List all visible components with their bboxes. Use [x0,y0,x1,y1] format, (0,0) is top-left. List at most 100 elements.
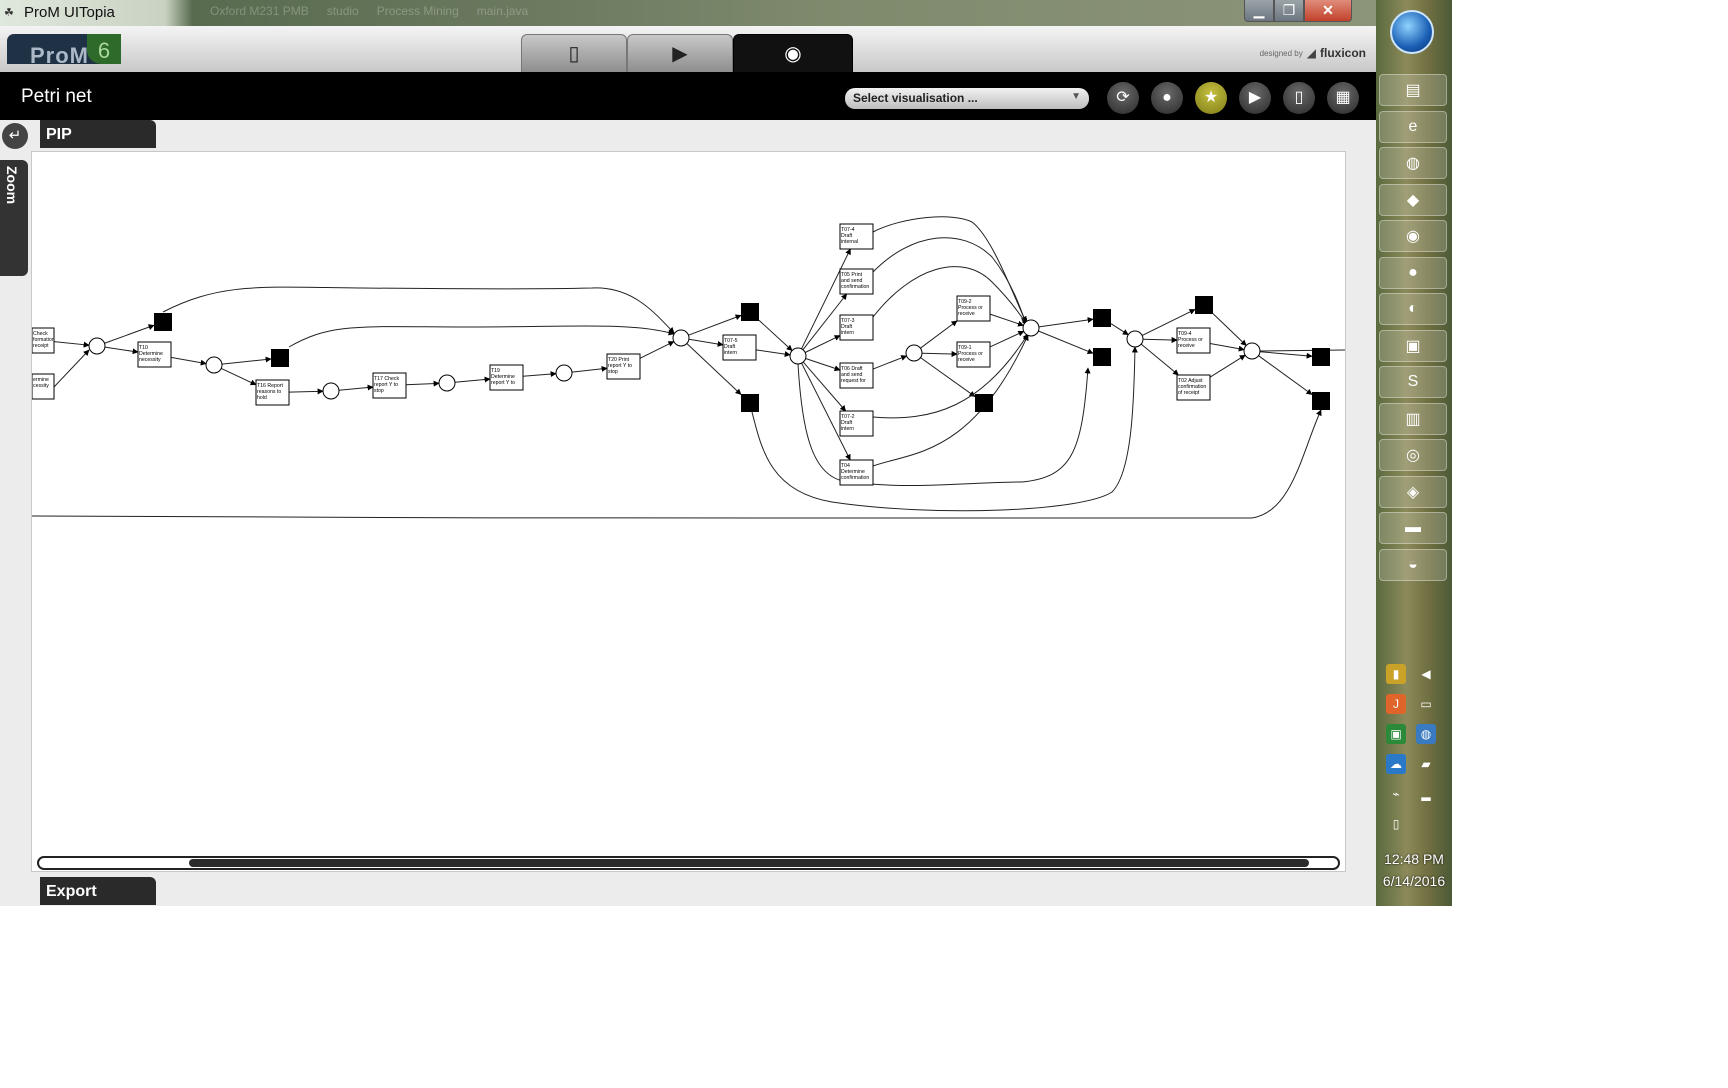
zoom-tab[interactable]: Zoom [0,160,28,276]
petri-net-canvas[interactable]: Check formation receipt ermine cessity T10 Det… [31,151,1346,872]
transition[interactable]: T04 Determine confirmation [839,459,874,486]
drop-button[interactable]: ● [1151,82,1183,114]
taskbar-app-button[interactable]: ◍ [1379,147,1447,179]
drop-icon: ● [1162,89,1172,106]
shield-icon[interactable]: ▮ [1386,664,1406,684]
horizontal-scrollbar[interactable] [37,856,1340,870]
lock-icon[interactable]: ▰ [1416,754,1436,774]
minimize-button[interactable]: ▁ [1244,0,1274,22]
globe-tray-icon[interactable]: ◍ [1416,724,1436,744]
place[interactable] [1243,342,1261,360]
arc [751,346,1138,512]
silent-transition[interactable] [1312,348,1330,366]
start-button[interactable] [1390,10,1434,54]
arc [872,266,1028,326]
favorite-button[interactable]: ★ [1195,82,1227,114]
transition[interactable]: T09-2 Process or receive [956,295,991,322]
display-icon[interactable]: ▭ [1416,694,1436,714]
arcs [32,216,1345,520]
transition[interactable]: T09-1 Process or receive [956,341,991,368]
background-tabs: Oxford M231 PMB studio Process Mining ma… [210,4,528,18]
signal-icon[interactable]: ▂ [1416,784,1436,804]
silent-transition[interactable] [1195,296,1213,314]
taskbar-app-button[interactable]: ◒ [1379,548,1447,581]
cloud-icon[interactable]: ☁ [1386,754,1406,774]
transition[interactable]: T17 Check report Y to stop [372,372,407,399]
taskbar-app-button[interactable]: ▤ [1379,74,1447,106]
place[interactable] [672,329,690,347]
globe-icon: ◈ [1406,483,1420,501]
place[interactable] [1126,330,1144,348]
place[interactable] [1022,319,1040,337]
taskbar-app-button[interactable]: ▥ [1379,402,1447,435]
copy-button[interactable]: ▯ [1283,82,1315,114]
place[interactable] [789,347,807,365]
place[interactable] [905,344,923,362]
taskbar-app-button[interactable]: ▣ [1379,329,1447,362]
views-tab[interactable]: ◉ [733,34,853,72]
silent-transition[interactable] [975,394,993,412]
transition[interactable]: T02 Adjust confirmation of receipt [1176,374,1211,401]
refresh-button[interactable]: ⟳ [1107,82,1139,114]
battery-icon[interactable]: ▯ [1386,814,1406,834]
taskbar-app-button[interactable]: ● [1379,256,1447,289]
taskbar-clock[interactable]: 12:48 PM 6/14/2016 [1376,848,1452,892]
taskbar-app-button[interactable]: ◉ [1379,220,1447,252]
silent-transition[interactable] [271,349,289,367]
actions-tab[interactable]: ▶ [627,34,733,72]
close-button[interactable]: ✕ [1304,0,1352,22]
transition[interactable]: T05 Print and send confirmation [839,268,874,295]
arc [920,320,958,349]
place[interactable] [555,364,573,382]
export-tab[interactable]: Export [40,877,156,905]
arc [872,333,1029,419]
silent-transition[interactable] [741,394,759,412]
transition[interactable]: ermine cessity [32,373,55,400]
transition[interactable]: T20 Print report Y to stop [606,353,641,380]
transition[interactable]: T07-2 Draft intern [839,410,874,437]
transition[interactable]: T10 Determine necessity [137,341,172,368]
transition[interactable]: T07-3 Draft intern [839,314,874,341]
maximize-button[interactable]: ❐ [1274,0,1304,22]
pip-tab[interactable]: PIP [40,120,156,148]
network-tray-icon[interactable]: ⌁ [1386,784,1406,804]
place[interactable] [205,356,223,374]
taskbar-app-button[interactable]: S [1379,366,1447,398]
speaker-icon[interactable]: ◀ [1416,664,1436,684]
transition[interactable]: T16 Report reasons to hold [255,379,290,406]
visualisation-select[interactable]: Select visualisation ... ▼ [845,88,1089,109]
taskbar-app-button[interactable]: ◆ [1379,183,1447,216]
transition[interactable]: T19 Determine report Y to [489,364,524,391]
transition[interactable]: T07-5 Draft intern [722,334,757,361]
silent-transition[interactable] [1312,392,1330,410]
silent-transition[interactable] [1093,309,1111,327]
scrollbar-thumb[interactable] [189,859,1309,867]
monitor-icon[interactable]: ▣ [1386,724,1406,744]
arc [454,376,491,383]
grid-button[interactable]: ▦ [1327,82,1359,114]
place[interactable] [322,382,340,400]
play-icon: ▶ [672,43,688,65]
transition[interactable]: T06 Draft and send request for [839,362,874,389]
place[interactable] [438,374,456,392]
transition[interactable]: T07-4 Draft internal [839,223,874,250]
silent-transition[interactable] [741,303,759,321]
place[interactable] [88,337,106,355]
transition[interactable]: Check formation receipt [32,327,55,354]
taskbar-app-button[interactable]: ▬ [1379,512,1447,544]
silent-transition[interactable] [1093,348,1111,366]
chevron-down-icon: ▼ [1071,91,1081,102]
play-button[interactable]: ▶ [1239,82,1271,114]
main-tabs: ▯ ▶ ◉ [521,34,853,72]
java-icon[interactable]: J [1386,694,1406,714]
taskbar-app-button[interactable]: e [1379,110,1447,143]
transition[interactable]: T09-4 Process or receive [1176,327,1211,354]
terminal-icon: ▬ [1405,519,1421,536]
silent-transition[interactable] [154,313,172,331]
taskbar-app-button[interactable]: ◎ [1379,439,1447,471]
credit-brand: fluxicon [1319,46,1366,60]
taskbar-app-button[interactable]: ◐ [1379,293,1447,325]
back-button[interactable]: ↵ [2,123,28,149]
workspace-tab[interactable]: ▯ [521,34,627,72]
taskbar-app-button[interactable]: ◈ [1379,475,1447,508]
